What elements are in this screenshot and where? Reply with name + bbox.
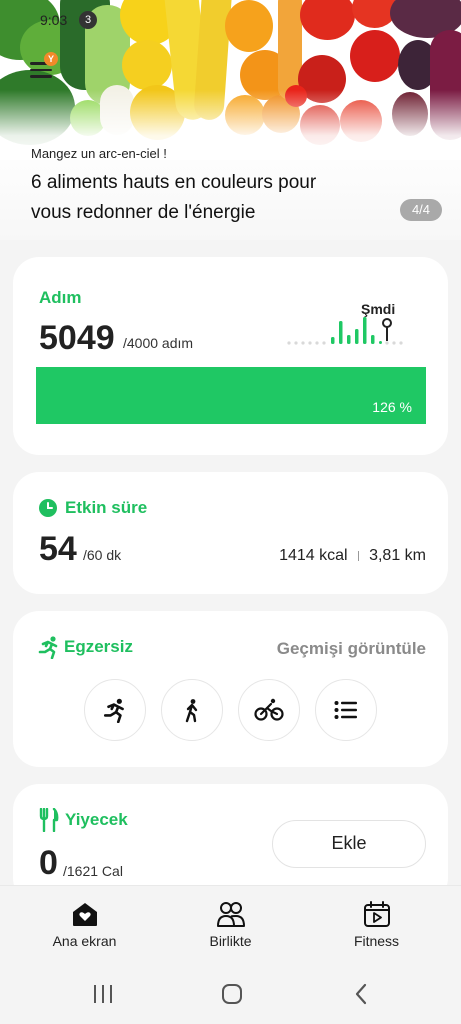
clock-icon (39, 499, 57, 517)
exercise-cycling-button[interactable] (238, 679, 300, 741)
running-icon (103, 698, 124, 723)
active-time-title: Etkin süre (65, 498, 148, 517)
page-indicator: 4/4 (400, 199, 442, 221)
steps-card[interactable]: Adım 5049 /4000 adım Şmdi 126 % (13, 257, 448, 455)
status-time: 9:03 (40, 12, 68, 28)
fitness-play-icon (363, 901, 390, 927)
home-heart-icon (72, 903, 97, 926)
notification-count-badge: 3 (79, 11, 97, 29)
system-navigation-bar (0, 962, 461, 1024)
profile-badge: Y (44, 52, 58, 66)
nav-fitness-label: Fitness (353, 933, 400, 949)
back-icon (355, 983, 367, 1005)
steps-percent: 126 % (372, 399, 412, 415)
active-time-value: 54 (39, 530, 77, 568)
hero-eyebrow: Mangez un arc-en-ciel ! (31, 146, 167, 161)
exercise-walking-button[interactable] (161, 679, 223, 741)
nav-home[interactable]: Ana ekran (8, 886, 161, 962)
add-food-button[interactable]: Ekle (272, 820, 426, 868)
nav-together-label: Birlikte (209, 933, 252, 949)
running-icon (38, 636, 58, 659)
exercise-list-button[interactable] (315, 679, 377, 741)
fork-knife-icon (39, 808, 59, 832)
steps-progress-fill (36, 367, 426, 424)
food-value: 0 (39, 844, 58, 882)
nav-together[interactable]: Birlikte (154, 886, 307, 962)
food-goal: /1621 Cal (63, 863, 123, 879)
walking-icon (185, 699, 198, 723)
calories-value: 1414 kcal (279, 547, 348, 564)
recents-button[interactable] (89, 980, 117, 1008)
list-icon (334, 701, 357, 719)
home-icon (222, 984, 242, 1004)
steps-goal: /4000 adım (123, 335, 194, 351)
exercise-card: Egzersiz Geçmişi görüntüle (13, 611, 448, 767)
people-icon (216, 902, 245, 927)
hero-banner[interactable]: 9:03 3 Y Mangez un arc-en-ciel ! 6 alime… (0, 0, 461, 240)
stats-divider (357, 551, 360, 561)
active-time-card[interactable]: Etkin süre 54 /60 dk 1414 kcal 3,81 km (13, 472, 448, 594)
hourly-steps-sparkline (287, 317, 403, 345)
active-time-stats: 1414 kcal 3,81 km (279, 547, 426, 565)
food-title: Yiyecek (65, 810, 128, 829)
exercise-title: Egzersiz (64, 637, 133, 656)
nav-home-label: Ana ekran (52, 933, 117, 949)
cycling-icon (254, 698, 284, 721)
steps-progress-bar: 126 % (36, 367, 426, 424)
home-button[interactable] (218, 980, 246, 1008)
view-history-link[interactable]: Geçmişi görüntüle (277, 639, 426, 659)
steps-title: Adım (39, 288, 82, 307)
active-time-goal: /60 dk (83, 547, 122, 563)
recents-icon (94, 985, 112, 1003)
distance-value: 3,81 km (369, 547, 426, 564)
exercise-running-button[interactable] (84, 679, 146, 741)
nav-fitness[interactable]: Fitness (300, 886, 453, 962)
steps-value: 5049 (39, 319, 115, 357)
hero-title[interactable]: 6 aliments hauts en couleurs pour vous r… (31, 168, 361, 228)
bottom-navigation: Ana ekran Birlikte Fitness (0, 886, 461, 962)
status-bar: 9:03 3 (0, 10, 461, 34)
back-button[interactable] (347, 980, 375, 1008)
